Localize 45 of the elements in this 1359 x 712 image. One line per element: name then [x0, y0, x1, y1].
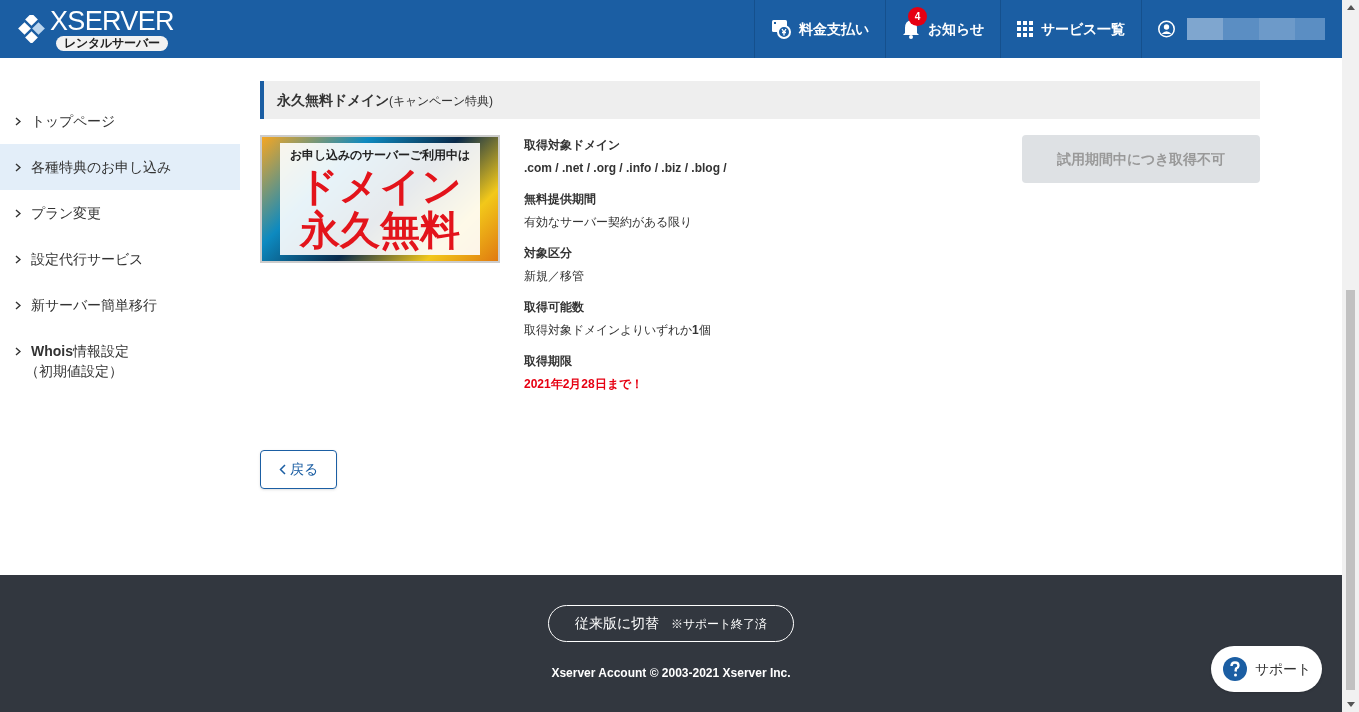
detail-label: 無料提供期間: [524, 191, 597, 208]
detail-label: 対象区分: [524, 245, 573, 262]
nav-button[interactable]: 4 お知らせ: [885, 0, 1000, 58]
back-button[interactable]: 戻る: [260, 450, 337, 489]
detail-label: 取得可能数: [524, 299, 585, 316]
chevron-left-icon: [279, 464, 286, 475]
support-button[interactable]: サポート: [1211, 646, 1322, 692]
detail-value: 2021年2月28日まで！: [524, 376, 644, 393]
logo-text: XSERVER: [50, 7, 174, 35]
user-icon: [1158, 18, 1175, 40]
banner-headline: ドメイン: [298, 164, 462, 208]
switch-label: 従来版に切替: [575, 614, 659, 633]
detail-value: 新規／移管: [524, 268, 585, 285]
detail-value: 取得対象ドメインよりいずれか1個: [524, 322, 712, 339]
sidebar-item[interactable]: 各種特典のお申し込み: [0, 144, 240, 190]
section-title: 永久無料ドメイン(キャンペーン特典): [277, 90, 493, 110]
sidebar-item[interactable]: 設定代行サービス: [0, 236, 240, 282]
banner-headline: 永久無料: [300, 208, 460, 252]
help-icon: [1222, 657, 1247, 681]
sidebar-item[interactable]: プラン変更: [0, 190, 240, 236]
detail-value: 有効なサーバー契約がある限り: [524, 214, 693, 231]
banner-caption: お申し込みのサーバーご利用中は: [290, 147, 470, 164]
detail-value: .com / .net / .org / .info / .biz / .blog /: [524, 160, 728, 177]
scroll-up-icon: [1346, 5, 1355, 10]
sidebar-item[interactable]: 新サーバー簡単移行: [0, 282, 240, 328]
chevron-right-icon: [15, 209, 21, 218]
scroll-down-icon: [1346, 702, 1355, 707]
nav-button[interactable]: 料金支払い: [754, 0, 885, 58]
detail-label: 取得期限: [524, 353, 573, 370]
switch-note: ※サポート終了済: [671, 615, 767, 633]
sidebar-item[interactable]: トップページ: [0, 98, 240, 144]
logo-icon: [18, 15, 46, 43]
copyright-text: Xserver Account © 2003-2021 Xserver Inc.: [551, 665, 791, 682]
chevron-right-icon: [15, 255, 21, 264]
payment-icon: [771, 19, 791, 39]
notification-badge: 4: [908, 7, 927, 26]
nav-button[interactable]: サービス一覧: [1000, 0, 1141, 58]
chevron-right-icon: [15, 163, 21, 172]
chevron-right-icon: [15, 347, 21, 356]
sidebar-item[interactable]: Whois情報設定 （初期値設定）: [0, 328, 240, 394]
logo-badge: レンタルサーバー: [55, 36, 168, 51]
grid-icon: [1017, 21, 1033, 37]
detail-label: 取得対象ドメイン: [524, 137, 621, 154]
chevron-right-icon: [15, 301, 21, 310]
chevron-right-icon: [15, 117, 21, 126]
